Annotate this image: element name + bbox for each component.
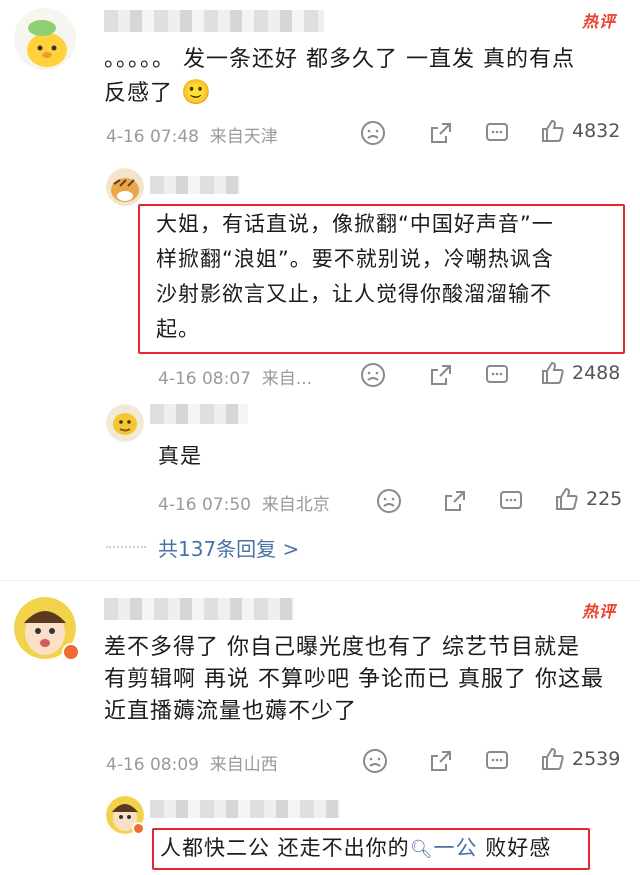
dislike-button[interactable] [360,120,386,150]
reply-text: 人都快二公 还走不出你的🔍︎一公 败好感 [160,832,551,866]
frown-face-icon [363,749,387,773]
avatar[interactable] [106,168,144,206]
share-button[interactable] [428,362,454,392]
reply-line: 沙射影欲言又止，让人觉得你酸溜溜输不 [156,282,552,306]
share-icon [445,491,465,511]
location: 来自山西 [209,755,278,775]
avatar[interactable] [14,8,76,70]
frown-face-icon [377,489,401,513]
verified-badge-icon [132,822,145,835]
like-button[interactable]: 225 [554,486,622,512]
divider-dotted [106,546,146,548]
comment-line: 。。。。。 发一条还好 都多久了 一直发 真的有点 [104,47,575,72]
frown-face-icon [361,121,385,145]
reply-text-suffix: 败好感 [477,836,552,860]
reply-meta: 4-16 08:07 来自... [158,364,312,389]
timestamp: 4-16 07:50 [158,495,251,515]
comment-line: 反感了 [104,81,174,106]
username-blurred[interactable] [104,10,324,32]
comment-line: 近直播薅流量也薅不少了 [104,699,358,724]
share-icon [431,751,451,771]
comment-meta: 4-16 07:48 来自天津 [106,122,278,147]
comment-meta: 4-16 08:09 来自山西 [106,750,278,775]
username-blurred[interactable] [150,800,340,818]
comment-icon [486,751,508,769]
search-icon: 🔍︎ [409,839,434,860]
like-count: 2539 [572,748,621,770]
avatar[interactable] [106,404,144,442]
like-button[interactable]: 2539 [540,746,620,772]
reply-meta: 4-16 07:50 来自北京 [158,490,330,515]
reply-button[interactable] [498,488,524,518]
hot-comment-badge: 热评 [582,602,617,621]
share-button[interactable] [428,120,454,150]
location: 来自... [261,369,313,389]
thumbs-up-icon [542,361,564,384]
like-count: 2488 [572,362,621,384]
frown-face-icon [361,363,385,387]
timestamp: 4-16 08:09 [106,755,199,775]
like-count: 225 [586,488,623,510]
reply-line: 起。 [156,317,200,341]
comment-icon [486,123,508,141]
reply-text: 真是 [158,444,202,468]
smile-emoji-icon: 🙂 [181,78,212,106]
reply-line: 样掀翻“浪姐”。要不就别说，冷嘲热讽含 [156,247,554,271]
reply-text-prefix: 人都快二公 还走不出你的 [160,836,410,860]
reply-button[interactable] [484,120,510,150]
thumbs-up-icon [556,487,578,510]
more-replies-link[interactable]: 共137条回复 > [158,533,299,562]
share-icon [431,123,451,143]
username-blurred[interactable] [150,404,248,424]
comment-text: 。。。。。 发一条还好 都多久了 一直发 真的有点 反感了 🙂 [104,44,624,110]
timestamp: 4-16 08:07 [158,369,251,389]
thumbs-up-icon [542,747,564,770]
comment-line: 差不多得了 你自己曝光度也有了 综艺节目就是 [104,635,580,660]
username-blurred[interactable] [150,176,240,194]
comment-line: 有剪辑啊 再说 不算吵吧 争论而已 真服了 你这最 [104,667,604,692]
comment-icon [486,365,508,383]
reply-line: 大姐，有话直说，像掀翻“中国好声音”一 [156,212,554,236]
share-button[interactable] [442,488,468,518]
share-icon [431,365,451,385]
share-button[interactable] [428,748,454,778]
username-blurred[interactable] [104,598,294,620]
comment-icon [500,491,522,509]
reply-button[interactable] [484,362,510,392]
like-count: 4832 [572,120,621,142]
divider [0,580,640,581]
thumbs-up-icon [542,119,564,142]
reply-text: 大姐，有话直说，像掀翻“中国好声音”一 样掀翻“浪姐”。要不就别说，冷嘲热讽含 … [156,207,616,347]
comment-text: 差不多得了 你自己曝光度也有了 综艺节目就是 有剪辑啊 再说 不算吵吧 争论而已… [104,632,624,728]
reply-button[interactable] [484,748,510,778]
dislike-button[interactable] [376,488,402,518]
verified-badge-icon [62,643,80,661]
location: 来自天津 [209,127,278,147]
like-button[interactable]: 2488 [540,360,620,386]
dislike-button[interactable] [362,748,388,778]
hot-comment-badge: 热评 [582,12,617,31]
dislike-button[interactable] [360,362,386,392]
location: 来自北京 [261,495,330,515]
timestamp: 4-16 07:48 [106,127,199,147]
like-button[interactable]: 4832 [540,118,620,144]
search-link[interactable]: 🔍︎一公 [410,836,478,860]
